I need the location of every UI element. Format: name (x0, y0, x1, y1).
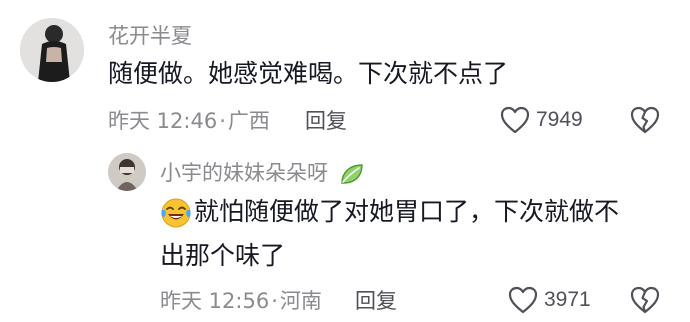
avatar-image (20, 18, 84, 82)
reply-username-text: 小宇的妹妹朵朵呀 (160, 161, 328, 185)
reply-username[interactable]: 小宇的妹妹朵朵呀 (160, 160, 365, 186)
laugh-cry-icon (161, 198, 191, 228)
broken-heart-icon (630, 286, 660, 314)
like-button[interactable]: 3971 (508, 286, 591, 314)
reply-meta: 昨天 12:56·河南 (160, 288, 322, 314)
broken-heart-icon (630, 106, 660, 134)
reply-item: 小宇的妹妹朵朵呀 就怕随便做了对她胃口了，下次就做不 出那个味了 昨天 12:5… (0, 150, 690, 322)
reply-button[interactable]: 回复 (355, 288, 397, 314)
meta-separator: · (219, 109, 226, 133)
heart-icon (500, 106, 530, 134)
dislike-button[interactable] (630, 286, 660, 318)
dislike-button[interactable] (630, 106, 660, 138)
reply-location: 河南 (279, 289, 322, 313)
like-count: 7949 (536, 108, 583, 131)
reply-text-line2: 出那个味了 (160, 241, 286, 270)
reply-text-line2-row: 出那个味了 (160, 234, 285, 278)
like-count: 3971 (544, 288, 591, 311)
comment-item: 花开半夏 随便做。她感觉难喝。下次就不点了 昨天 12:46·广西 回复 794… (0, 0, 690, 150)
avatar[interactable] (108, 153, 146, 191)
avatar[interactable] (20, 18, 84, 82)
leaf-icon (340, 164, 363, 184)
comment-meta: 昨天 12:46·广西 (108, 108, 270, 134)
comment-username[interactable]: 花开半夏 (108, 23, 192, 49)
reply-text-line1: 就怕随便做了对她胃口了，下次就做不 (194, 197, 620, 226)
comment-text: 随便做。她感觉难喝。下次就不点了 (108, 59, 509, 88)
reply-time: 昨天 12:56 (160, 289, 270, 313)
avatar-image (108, 153, 146, 191)
heart-icon (508, 286, 538, 314)
comment-time: 昨天 12:46 (108, 109, 218, 133)
reply-text: 就怕随便做了对她胃口了，下次就做不 (160, 190, 619, 234)
reply-button[interactable]: 回复 (305, 108, 347, 134)
comment-location: 广西 (227, 109, 270, 133)
meta-separator: · (271, 289, 278, 313)
like-button[interactable]: 7949 (500, 106, 583, 134)
